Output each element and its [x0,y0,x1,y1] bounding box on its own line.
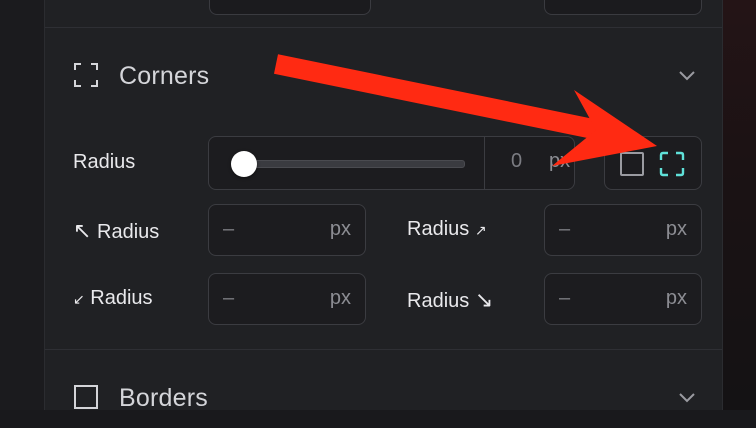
field-unit: px [329,287,351,309]
chevron-down-icon[interactable] [677,70,697,82]
square-icon[interactable] [619,151,645,177]
top-right-radius-label: Radius ↗ [407,218,487,241]
radius-value[interactable]: 0 [511,150,522,173]
radius-label-text: Radius [90,287,153,309]
canvas-edge [722,0,756,410]
field-separator [484,137,485,189]
corners-section-header[interactable]: Corners [45,46,722,106]
bottom-right-radius-label: Radius ↘ [407,287,493,313]
field-value[interactable]: – [223,218,234,241]
radius-label-text: Radius [407,218,470,240]
chevron-down-icon[interactable] [677,392,697,404]
arrow-up-left-icon: ↖ [73,218,92,243]
bottom-right-radius-field[interactable]: – px [544,273,702,325]
field-value[interactable]: – [559,287,570,310]
radius-slider-field[interactable]: 0 px [208,136,575,190]
arrow-down-right-icon: ↘ [474,287,494,312]
section-divider [45,349,722,350]
corners-icon [74,63,98,87]
top-left-radius-field[interactable]: – px [208,204,366,256]
previous-section-input[interactable] [209,0,371,15]
radius-mode-toggle[interactable] [604,136,702,190]
properties-panel: Corners Radius 0 px ↖ Radius – px Radius… [44,0,723,412]
borders-section-title: Borders [119,384,208,412]
square-icon [74,385,98,409]
field-unit: px [329,218,351,240]
section-divider [45,27,722,28]
field-unit: px [665,218,687,240]
radius-label-text: Radius [407,290,470,312]
top-left-radius-label: ↖ Radius [73,218,159,244]
radius-slider-track[interactable] [231,160,465,168]
left-sidebar [0,0,44,410]
bottom-left-radius-label: ↙ Radius [73,287,153,310]
previous-section-input[interactable] [544,0,702,15]
radius-label: Radius [73,151,136,173]
radius-unit: px [549,150,571,172]
arrow-down-left-icon: ↙ [73,291,85,307]
radius-label-text: Radius [97,221,160,243]
field-unit: px [665,287,687,309]
corners-section-title: Corners [119,62,210,90]
arrow-up-right-icon: ↗ [474,222,487,238]
bottom-left-radius-field[interactable]: – px [208,273,366,325]
radius-slider-thumb[interactable] [231,151,257,177]
individual-corners-icon[interactable] [659,151,685,177]
top-right-radius-field[interactable]: – px [544,204,702,256]
borders-section-header[interactable]: Borders [45,368,722,428]
field-value[interactable]: – [559,218,570,241]
field-value[interactable]: – [223,287,234,310]
